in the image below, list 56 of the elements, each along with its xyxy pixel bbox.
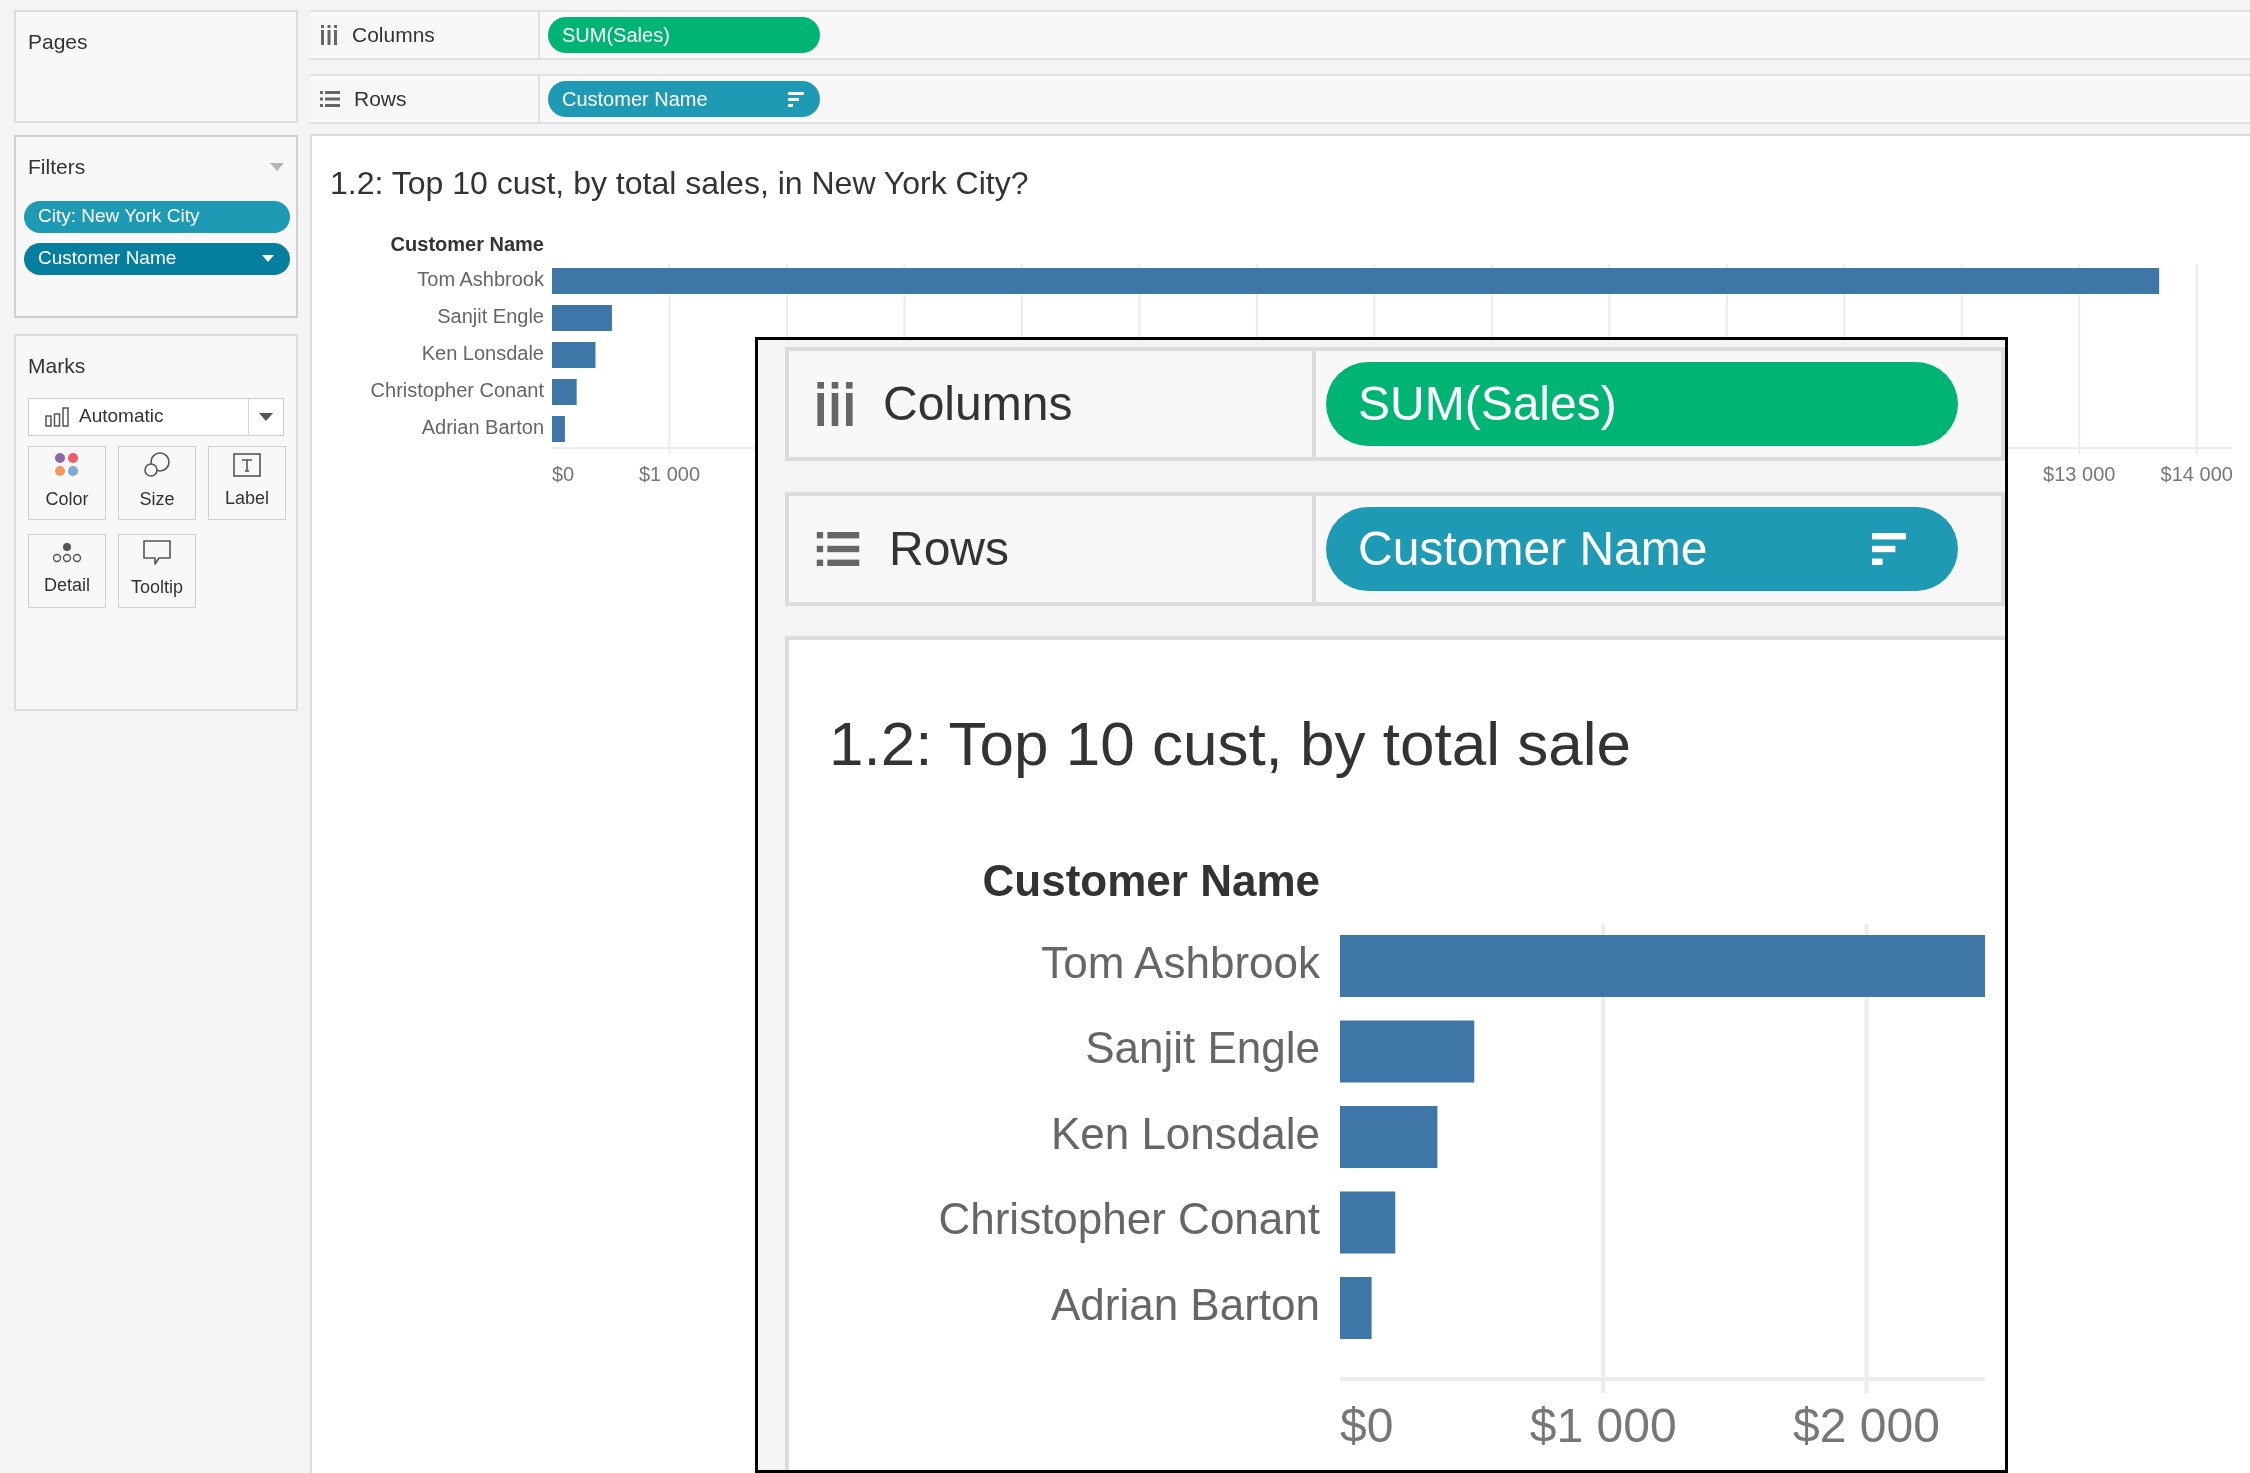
- size-circles-icon: [143, 452, 171, 478]
- shelf-label-cell: Rows: [789, 496, 1316, 602]
- pages-title: Pages: [28, 30, 88, 53]
- row-label: Tom Ashbrook: [417, 268, 544, 291]
- bar: [552, 342, 596, 368]
- view-title: 1.2: Top 10 cust, by total sale: [829, 708, 1632, 780]
- color-dots-icon: [54, 452, 80, 478]
- marks-card-button[interactable]: Tooltip: [118, 533, 196, 608]
- text-label-icon: [233, 453, 261, 477]
- row-label: Ken Lonsdale: [1050, 1108, 1320, 1158]
- row-label: Ken Lonsdale: [421, 342, 544, 365]
- bar: [1340, 1277, 1372, 1339]
- sort-icon: [788, 91, 804, 107]
- row-label: Sanjit Engle: [1085, 1023, 1320, 1073]
- list-icon: [815, 532, 861, 566]
- axis-tick-label: $2 000: [1793, 1398, 1940, 1452]
- filter-pill[interactable]: Customer Name: [24, 242, 290, 275]
- columns-icon: [815, 382, 855, 426]
- axis-tick-label: $1 000: [638, 463, 701, 486]
- marks-card-button[interactable]: Label: [208, 445, 286, 520]
- row-label: Tom Ashbrook: [1041, 937, 1320, 987]
- marks-card-button[interactable]: Color: [28, 445, 106, 520]
- bar: [552, 305, 612, 331]
- mark-type-dropdown[interactable]: Automatic: [28, 397, 284, 436]
- caret-icon[interactable]: [270, 162, 284, 171]
- list-icon: [320, 91, 340, 107]
- axis-tick-label: $14 000: [2160, 463, 2233, 486]
- speech-bubble-icon: [143, 540, 171, 566]
- marks-title: Marks: [28, 353, 87, 379]
- row-label: Sanjit Engle: [437, 305, 544, 328]
- row-header: Customer Name: [390, 233, 544, 256]
- bar: [552, 416, 565, 442]
- shelf-label-cell: Columns: [310, 12, 540, 58]
- marks-card-button[interactable]: Detail: [28, 533, 106, 608]
- caret-icon: [259, 412, 273, 421]
- shelf-label-cell: Rows: [310, 76, 540, 122]
- row-label: Christopher Conant: [370, 379, 544, 402]
- row-label: Adrian Barton: [421, 416, 544, 439]
- shelf-label-cell: Columns: [789, 351, 1316, 457]
- filters-title: Filters: [28, 154, 86, 180]
- axis-tick-label: $0: [1340, 1398, 1394, 1452]
- dots-icon: [52, 542, 82, 564]
- caret-icon: [262, 255, 274, 262]
- marks-card-button[interactable]: Size: [118, 445, 196, 520]
- axis-tick-label: $13 000: [2043, 463, 2116, 486]
- columns-icon: [320, 25, 338, 45]
- axis-tick-label: $1 000: [1529, 1398, 1677, 1452]
- row-header: Customer Name: [982, 855, 1320, 905]
- bar: [1340, 1191, 1396, 1254]
- axis-tick-label: $0: [552, 463, 575, 486]
- sort-icon: [1872, 532, 1906, 566]
- row-label: Christopher Conant: [938, 1194, 1320, 1244]
- bar: [552, 379, 577, 405]
- bar-chart-icon: [45, 406, 69, 427]
- view-title: 1.2: Top 10 cust, by total sales, in New York City?: [330, 164, 1030, 202]
- row-label: Adrian Barton: [1050, 1279, 1320, 1329]
